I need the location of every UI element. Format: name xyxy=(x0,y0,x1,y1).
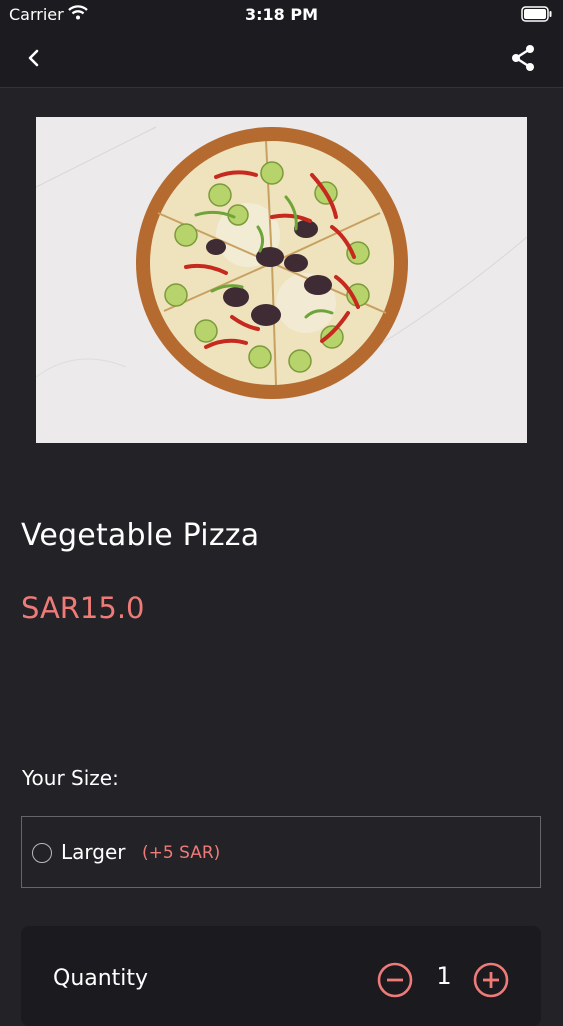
chevron-left-icon xyxy=(28,49,39,67)
plus-circle-icon xyxy=(473,962,509,998)
minus-circle-icon xyxy=(377,962,413,998)
nav-bar xyxy=(0,30,563,88)
share-button[interactable] xyxy=(505,40,541,76)
quantity-value: 1 xyxy=(436,962,452,990)
quantity-panel: Quantity 1 xyxy=(21,926,541,1026)
size-section-label: Your Size: xyxy=(22,766,119,790)
radio-button[interactable] xyxy=(32,843,52,863)
product-title: Vegetable Pizza xyxy=(21,518,260,553)
size-option-label: Larger xyxy=(61,840,126,864)
size-option-larger[interactable]: Larger (+5 SAR) xyxy=(21,816,541,888)
product-price: SAR15.0 xyxy=(21,591,145,625)
share-icon xyxy=(512,45,534,71)
battery-icon xyxy=(521,6,553,26)
increase-quantity-button[interactable] xyxy=(473,962,509,998)
decrease-quantity-button[interactable] xyxy=(377,962,413,998)
quantity-label: Quantity xyxy=(53,966,149,991)
status-bar: Carrier 3:18 PM xyxy=(0,0,563,30)
back-button[interactable] xyxy=(18,42,50,74)
clock: 3:18 PM xyxy=(244,5,318,24)
product-image xyxy=(36,117,527,443)
size-option-extra-price: (+5 SAR) xyxy=(142,843,221,863)
